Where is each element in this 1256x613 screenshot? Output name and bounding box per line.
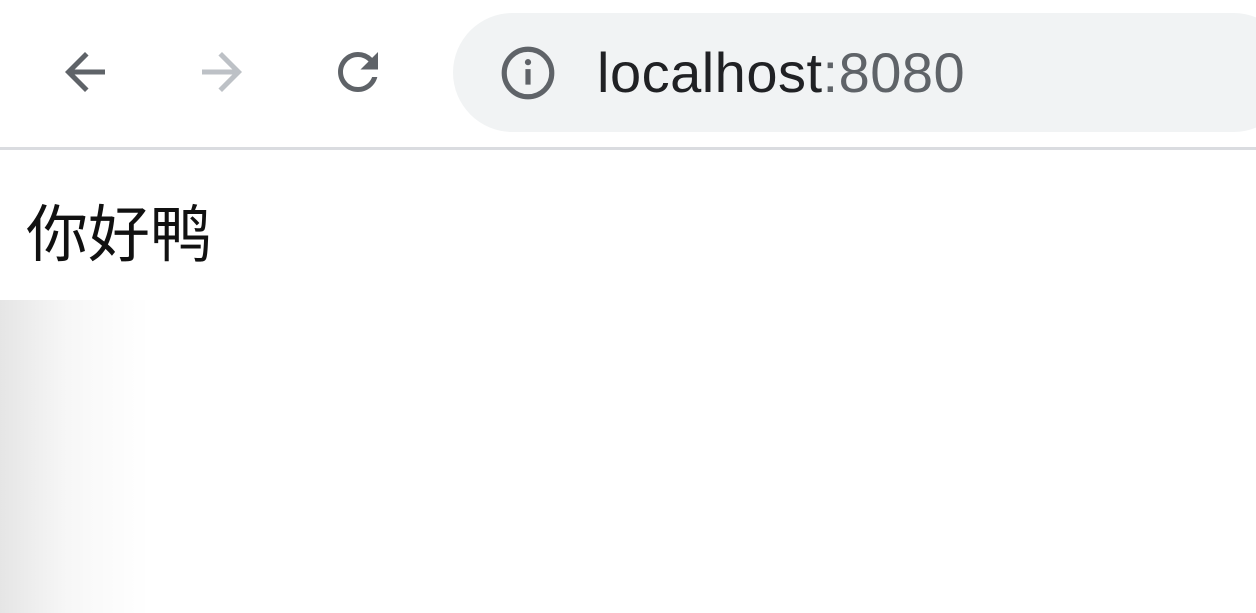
arrow-left-icon [65, 52, 105, 92]
forward-button[interactable] [186, 36, 258, 108]
reload-icon [338, 52, 378, 92]
site-info-icon [501, 46, 555, 100]
url-port: :8080 [822, 41, 966, 104]
reload-button[interactable] [322, 36, 394, 108]
back-button[interactable] [49, 36, 121, 108]
browser-toolbar: localhost:8080 [0, 0, 1256, 150]
url-host: localhost [597, 41, 823, 104]
edge-shadow [0, 300, 150, 613]
arrow-right-icon [202, 52, 242, 92]
address-bar[interactable]: localhost:8080 [453, 13, 1256, 132]
page-content-text: 你好鸭 [26, 198, 213, 271]
url-text[interactable]: localhost:8080 [597, 41, 965, 105]
info-icon[interactable] [497, 42, 559, 104]
